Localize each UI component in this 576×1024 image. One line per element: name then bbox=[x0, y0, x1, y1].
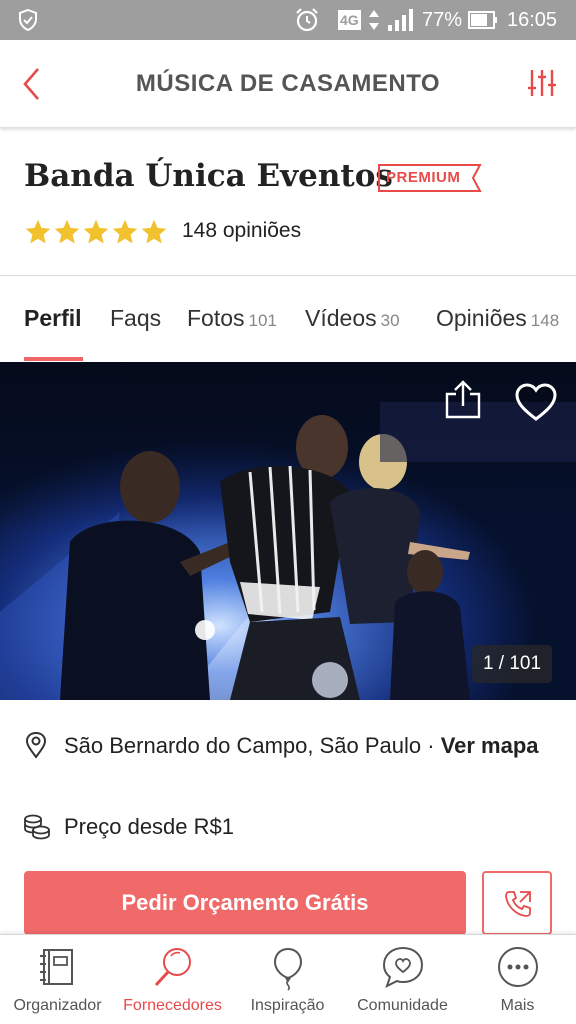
status-bar: 4G 77% 16:05 bbox=[0, 0, 576, 40]
rating-stars bbox=[24, 218, 168, 246]
network-type: 4G bbox=[338, 10, 361, 30]
data-arrows-icon bbox=[369, 10, 379, 30]
request-quote-button[interactable]: Pedir Orçamento Grátis bbox=[24, 871, 466, 935]
nav-organizador[interactable]: Organizador bbox=[0, 935, 115, 1024]
tab-count: 148 bbox=[530, 311, 560, 330]
back-arrow-icon[interactable] bbox=[20, 66, 44, 102]
battery-icon bbox=[468, 11, 497, 29]
tab-label: Fotos bbox=[187, 305, 245, 331]
alarm-icon bbox=[296, 8, 318, 32]
nav-label: Comunidade bbox=[357, 997, 448, 1014]
app-screen: 4G 77% 16:05 MÚSICA DE CASAMENTO Banda Ú… bbox=[0, 0, 576, 1024]
nav-inspiracao[interactable]: Inspiração bbox=[230, 935, 345, 1024]
nav-comunidade[interactable]: Comunidade bbox=[345, 935, 460, 1024]
photo-gallery[interactable]: 1 / 101 bbox=[0, 362, 576, 700]
tab-perfil[interactable]: Perfil bbox=[24, 305, 82, 332]
tab-label: Perfil bbox=[24, 305, 82, 331]
vendor-name: Banda Única Eventos bbox=[24, 158, 393, 194]
nav-label: Organizador bbox=[13, 997, 102, 1014]
tab-opinioes[interactable]: Opiniões 148 bbox=[436, 305, 559, 332]
profile-tabs: Perfil Faqs Fotos 101 Vídeos 30 Opiniões 14… bbox=[0, 277, 576, 362]
signal-icon bbox=[388, 9, 413, 31]
chat-heart-icon bbox=[382, 946, 424, 988]
nav-label: Inspiração bbox=[250, 997, 325, 1014]
notebook-icon bbox=[40, 949, 73, 985]
call-button[interactable] bbox=[482, 871, 552, 935]
tab-label: Opiniões bbox=[436, 305, 527, 331]
premium-badge-label: PREMIUM bbox=[386, 169, 461, 186]
more-icon bbox=[498, 947, 538, 987]
search-icon bbox=[154, 948, 191, 987]
clock: 16:05 bbox=[507, 9, 558, 31]
photo-counter: 1 / 101 bbox=[472, 645, 552, 683]
location-text: São Bernardo do Campo, São Paulo · Ver m… bbox=[24, 726, 544, 765]
nav-label: Mais bbox=[500, 997, 535, 1014]
page-title: MÚSICA DE CASAMENTO bbox=[135, 70, 441, 97]
star-icon bbox=[141, 219, 167, 244]
nav-mais[interactable]: Mais bbox=[460, 935, 575, 1024]
battery-percent: 77% bbox=[422, 9, 463, 31]
star-icon bbox=[25, 219, 51, 244]
star-icon bbox=[112, 219, 138, 244]
balloon-icon bbox=[273, 947, 303, 991]
bottom-navigation: Organizador Fornecedores Inspiração Comu… bbox=[0, 934, 576, 1024]
vendor-summary: Banda Única Eventos PREMIUM 148 opiniões bbox=[0, 130, 576, 276]
tab-label: Faqs bbox=[110, 305, 162, 331]
filter-sliders-icon[interactable] bbox=[526, 68, 558, 98]
tab-fotos[interactable]: Fotos 101 bbox=[187, 305, 277, 332]
nav-label: Fornecedores bbox=[123, 997, 222, 1014]
tab-label: Vídeos bbox=[305, 305, 377, 331]
nav-fornecedores[interactable]: Fornecedores bbox=[115, 935, 230, 1024]
review-count[interactable]: 148 opiniões bbox=[182, 219, 301, 243]
star-icon bbox=[83, 219, 109, 244]
shield-icon bbox=[19, 8, 37, 32]
vendor-details: São Bernardo do Campo, São Paulo · Ver m… bbox=[0, 700, 576, 870]
tab-count: 30 bbox=[380, 311, 400, 330]
coins-icon bbox=[24, 814, 50, 840]
price-text: Preço desde R$1 bbox=[64, 814, 234, 839]
active-tab-indicator bbox=[24, 357, 83, 361]
top-app-bar: MÚSICA DE CASAMENTO bbox=[0, 40, 576, 128]
phone-outgoing-icon bbox=[505, 891, 531, 917]
tab-count: 101 bbox=[248, 311, 277, 330]
share-icon[interactable] bbox=[444, 380, 482, 420]
star-icon bbox=[54, 219, 80, 244]
tab-faqs[interactable]: Faqs bbox=[110, 305, 161, 332]
tab-videos[interactable]: Vídeos 30 bbox=[305, 305, 400, 332]
view-map-link[interactable]: Ver mapa bbox=[441, 733, 539, 758]
location-address: São Bernardo do Campo, São Paulo · bbox=[64, 733, 441, 758]
heart-icon[interactable] bbox=[514, 382, 558, 422]
premium-badge: PREMIUM bbox=[378, 164, 482, 192]
